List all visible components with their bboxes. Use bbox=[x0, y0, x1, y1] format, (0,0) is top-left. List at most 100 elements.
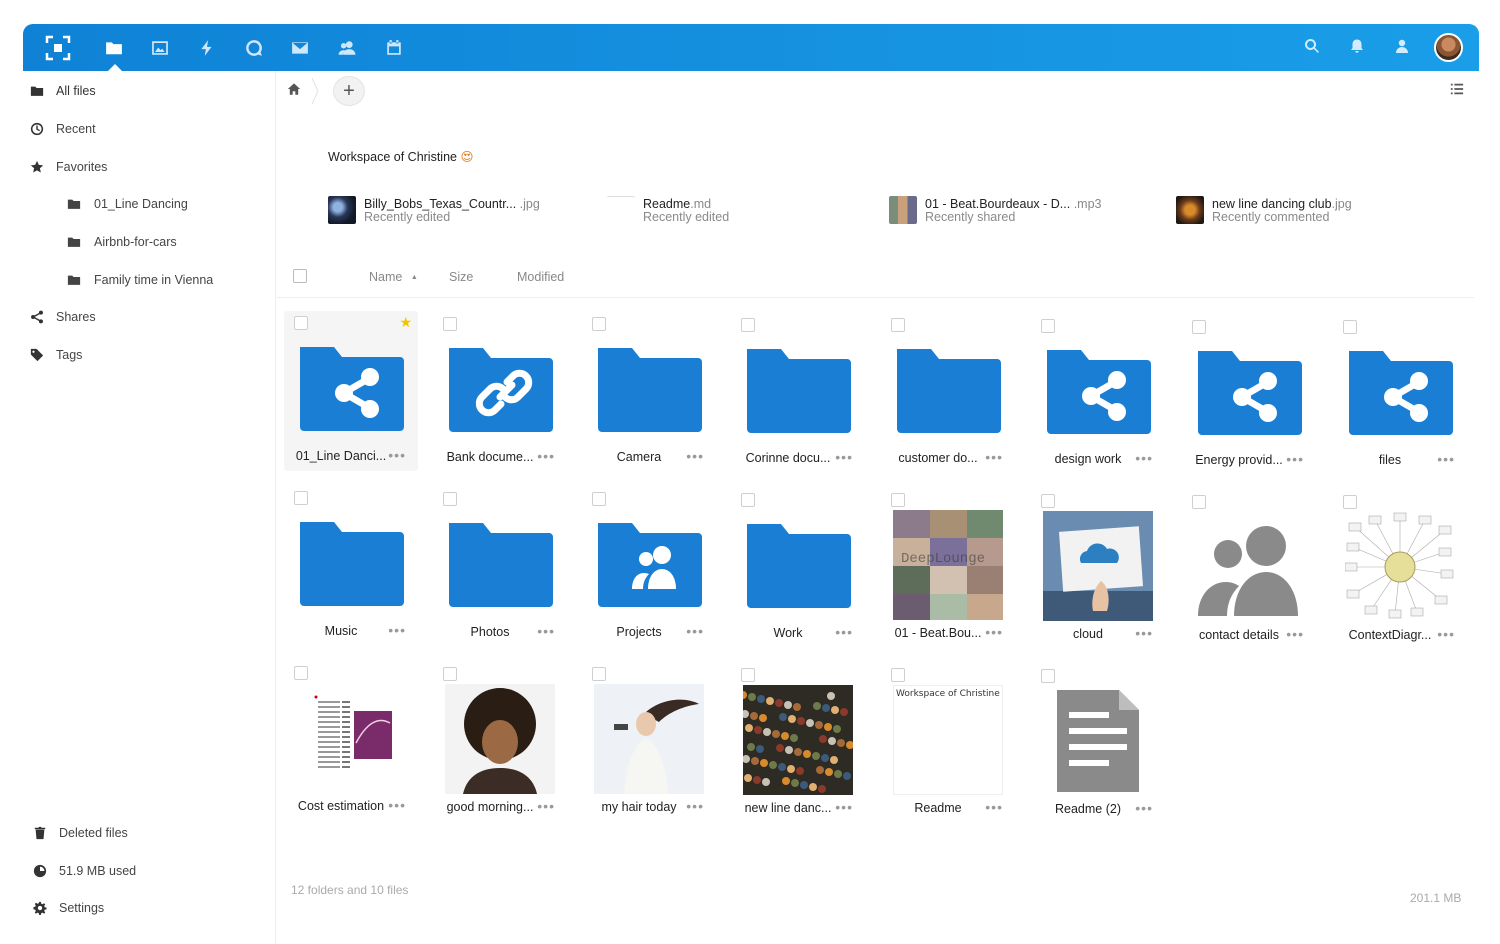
file-checkbox[interactable] bbox=[741, 317, 755, 332]
nav-tags[interactable]: Tags bbox=[23, 340, 276, 370]
folder-icon[interactable] bbox=[296, 333, 406, 443]
file-checkbox[interactable] bbox=[741, 492, 755, 507]
file-checkbox[interactable] bbox=[1041, 319, 1055, 333]
file-name[interactable]: Readme (2) bbox=[1039, 802, 1137, 816]
file-checkbox[interactable] bbox=[1192, 494, 1206, 509]
more-actions-icon[interactable]: ••• bbox=[388, 797, 406, 813]
favorite-star-icon[interactable]: ★ bbox=[399, 314, 412, 331]
nav-deleted-files[interactable]: Deleted files bbox=[23, 818, 276, 848]
nav-favorite-01-line-dancing[interactable]: 01_Line Dancing bbox=[23, 189, 276, 219]
file-tile[interactable]: Cost estimation ••• bbox=[284, 661, 418, 821]
mail-icon[interactable] bbox=[289, 37, 311, 59]
nav-recent[interactable]: Recent bbox=[23, 114, 276, 144]
more-actions-icon[interactable]: ••• bbox=[985, 799, 1003, 815]
more-actions-icon[interactable]: ••• bbox=[1135, 450, 1153, 466]
folder-icon[interactable] bbox=[445, 509, 555, 619]
folder-icon[interactable] bbox=[1194, 337, 1304, 447]
file-tile[interactable]: design work ••• bbox=[1031, 314, 1165, 474]
file-preview[interactable] bbox=[1043, 686, 1153, 796]
file-tile[interactable]: DeepLounge 01 - Beat.Bou... ••• bbox=[881, 488, 1015, 648]
new-file-button[interactable]: + bbox=[333, 76, 365, 106]
contacts-icon[interactable] bbox=[336, 37, 358, 59]
file-name[interactable]: 01_Line Danci... bbox=[292, 449, 390, 463]
more-actions-icon[interactable]: ••• bbox=[1286, 626, 1304, 642]
nav-all-files[interactable]: All files bbox=[23, 76, 276, 106]
file-name[interactable]: Work bbox=[739, 626, 837, 640]
file-name[interactable]: good morning... bbox=[441, 800, 539, 814]
select-all-checkbox[interactable] bbox=[293, 269, 307, 283]
nextcloud-logo-icon[interactable] bbox=[45, 35, 71, 61]
file-tile[interactable]: Camera ••• bbox=[582, 312, 716, 472]
user-avatar[interactable] bbox=[1434, 33, 1463, 62]
recommended-file[interactable]: new line dancing club.jpg Recently comme… bbox=[1176, 194, 1426, 230]
more-actions-icon[interactable]: ••• bbox=[537, 798, 555, 814]
more-actions-icon[interactable]: ••• bbox=[1135, 800, 1153, 816]
nav-favorite-family-time-in-vienna[interactable]: Family time in Vienna bbox=[23, 265, 276, 295]
nav-favorites[interactable]: Favorites bbox=[23, 152, 276, 182]
file-tile[interactable]: Readme (2) ••• bbox=[1031, 664, 1165, 824]
more-actions-icon[interactable]: ••• bbox=[537, 623, 555, 639]
file-tile[interactable]: contact details ••• bbox=[1182, 490, 1316, 650]
file-tile[interactable]: Photos ••• bbox=[433, 487, 567, 647]
more-actions-icon[interactable]: ••• bbox=[835, 624, 853, 640]
file-preview[interactable] bbox=[743, 684, 853, 795]
home-icon[interactable] bbox=[287, 82, 305, 100]
file-preview[interactable] bbox=[445, 683, 555, 794]
file-name[interactable]: customer do... bbox=[889, 451, 987, 465]
more-actions-icon[interactable]: ••• bbox=[686, 798, 704, 814]
more-actions-icon[interactable]: ••• bbox=[686, 448, 704, 464]
folder-icon[interactable] bbox=[594, 509, 704, 619]
more-actions-icon[interactable]: ••• bbox=[1286, 451, 1304, 467]
folder-icon[interactable] bbox=[1043, 336, 1153, 446]
nav-settings[interactable]: Settings bbox=[23, 893, 276, 923]
more-actions-icon[interactable]: ••• bbox=[835, 799, 853, 815]
file-tile[interactable]: ★ 01_Line Danci... ••• bbox=[284, 311, 418, 471]
list-view-toggle-icon[interactable] bbox=[1450, 82, 1466, 98]
file-checkbox[interactable] bbox=[592, 667, 606, 682]
file-tile[interactable]: good morning... ••• bbox=[433, 662, 567, 822]
file-name[interactable]: cloud bbox=[1039, 627, 1137, 641]
file-checkbox[interactable] bbox=[741, 667, 755, 682]
recommended-file[interactable]: Billy_Bobs_Texas_Countr... .jpg Recently… bbox=[328, 194, 578, 230]
file-tile[interactable]: customer do... ••• bbox=[881, 313, 1015, 473]
file-tile[interactable]: files ••• bbox=[1333, 315, 1467, 475]
file-tile[interactable]: Work ••• bbox=[731, 488, 865, 648]
file-checkbox[interactable] bbox=[443, 491, 457, 506]
file-checkbox[interactable] bbox=[294, 316, 308, 330]
folder-icon[interactable] bbox=[445, 334, 555, 444]
folder-icon[interactable] bbox=[594, 334, 704, 444]
files-icon[interactable] bbox=[103, 37, 125, 59]
file-tile[interactable]: new line danc... ••• bbox=[731, 663, 865, 823]
file-tile[interactable]: Projects ••• bbox=[582, 487, 716, 647]
file-tile[interactable]: Workspace of Christine ð( Readme ••• bbox=[881, 663, 1015, 823]
file-name[interactable]: new line danc... bbox=[739, 801, 837, 815]
more-actions-icon[interactable]: ••• bbox=[1437, 626, 1455, 642]
workspace-title[interactable]: Workspace of Christine 😍 bbox=[328, 149, 474, 164]
folder-icon[interactable] bbox=[893, 335, 1003, 445]
file-preview[interactable] bbox=[1043, 511, 1153, 621]
file-name[interactable]: Projects bbox=[590, 625, 688, 639]
file-checkbox[interactable] bbox=[1343, 320, 1357, 335]
file-preview[interactable]: DeepLounge bbox=[893, 510, 1003, 621]
more-actions-icon[interactable]: ••• bbox=[1135, 625, 1153, 641]
activity-icon[interactable] bbox=[196, 37, 218, 59]
file-checkbox[interactable] bbox=[1343, 495, 1357, 510]
file-preview[interactable] bbox=[594, 684, 704, 795]
more-actions-icon[interactable]: ••• bbox=[985, 449, 1003, 465]
file-checkbox[interactable] bbox=[592, 492, 606, 507]
file-tile[interactable]: my hair today ••• bbox=[582, 662, 716, 822]
notifications-icon[interactable] bbox=[1349, 38, 1367, 56]
file-checkbox[interactable] bbox=[1192, 319, 1206, 334]
file-preview[interactable] bbox=[1345, 512, 1455, 623]
file-preview[interactable]: Workspace of Christine ð( bbox=[893, 685, 1003, 796]
folder-icon[interactable] bbox=[296, 508, 406, 618]
folder-icon[interactable] bbox=[743, 510, 853, 620]
more-actions-icon[interactable]: ••• bbox=[388, 622, 406, 638]
column-modified-header[interactable]: Modified bbox=[517, 270, 564, 284]
more-actions-icon[interactable]: ••• bbox=[388, 447, 406, 463]
file-tile[interactable]: cloud ••• bbox=[1031, 489, 1165, 649]
file-preview[interactable] bbox=[296, 683, 406, 793]
file-name[interactable]: Readme bbox=[889, 801, 987, 815]
folder-icon[interactable] bbox=[1345, 337, 1455, 447]
recommended-file[interactable]: Readme.md Recently edited bbox=[607, 194, 807, 230]
